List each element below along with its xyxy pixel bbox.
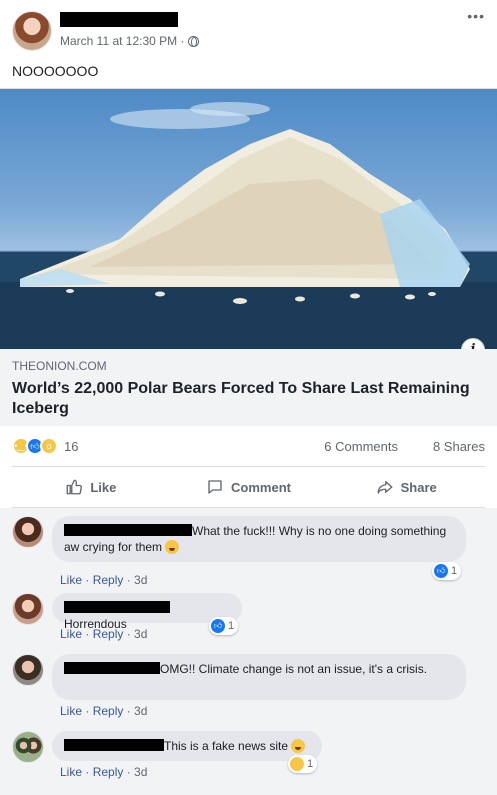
thumbs-up-icon [66, 479, 83, 495]
commenter-avatar[interactable] [12, 593, 44, 625]
like-label: Like [90, 479, 117, 495]
divider [12, 466, 485, 467]
comment-text: OMG!! Climate change is not an issue, it… [160, 662, 428, 676]
comment-text: This is a fake news site [164, 739, 289, 753]
comment-bubble: OMG!! Climate change is not an issue, it… [52, 654, 466, 700]
more-options-icon[interactable]: ••• [467, 8, 485, 24]
author-avatar[interactable] [12, 11, 52, 51]
link-preview-card[interactable]: i THEONION.COM World’s 22,000 Polar Bear… [0, 88, 497, 426]
reactions-bar: •‿• 👍︎ o 16 6 Comments 8 Shares [12, 437, 485, 457]
comment-item: Horrendous 👍︎ 1 Like · Reply · 3d [12, 593, 485, 643]
comment-item: What the fuck!!! Why is no one doing som… [12, 516, 485, 587]
haha-reaction-icon [290, 757, 304, 771]
post-meta: March 11 at 12:30 PM · [60, 34, 199, 48]
comment-age[interactable]: 3d [134, 704, 147, 718]
comment-reaction-badge[interactable]: 1 [288, 755, 318, 773]
comments-section: What the fuck!!! Why is no one doing som… [0, 508, 497, 795]
commenter-avatar[interactable] [12, 654, 44, 686]
share-button[interactable]: Share [327, 471, 485, 503]
comment-item: OMG!! Climate change is not an issue, it… [12, 654, 485, 720]
share-arrow-icon [377, 481, 393, 494]
comment-meta: Like · Reply · 3d [60, 573, 148, 587]
comment-reaction-badge[interactable]: 👍︎ 1 [209, 617, 239, 635]
commenter-avatar[interactable] [12, 731, 44, 763]
comment-meta: Like · Reply · 3d [60, 704, 148, 718]
like-reaction-icon: 👍︎ [434, 564, 448, 578]
comment-reply-link[interactable]: Reply [93, 704, 124, 718]
post-timestamp[interactable]: March 11 at 12:30 PM · [60, 34, 185, 48]
laughing-face-icon [291, 739, 306, 753]
comment-button[interactable]: Comment [170, 471, 328, 503]
reaction-count[interactable]: 16 [64, 439, 78, 454]
commenter-avatar[interactable] [12, 516, 44, 548]
crying-face-icon [165, 540, 180, 554]
post-actions: Like Comment Share [12, 471, 485, 503]
comment-reaction-badge[interactable]: 👍︎ 1 [432, 562, 462, 580]
comment-like-link[interactable]: Like [60, 765, 82, 779]
comment-bubble: What the fuck!!! Why is no one doing som… [52, 516, 466, 562]
share-label: Share [400, 479, 437, 495]
comment-age[interactable]: 3d [134, 627, 147, 641]
like-button[interactable]: Like [12, 471, 170, 503]
comment-icon [208, 480, 222, 494]
comment-meta: Like · Reply · 3d [60, 765, 148, 779]
comment-reply-link[interactable]: Reply [93, 765, 124, 779]
link-preview-body[interactable]: THEONION.COM World’s 22,000 Polar Bears … [0, 349, 497, 426]
comment-age[interactable]: 3d [134, 765, 147, 779]
comment-label: Comment [231, 479, 291, 495]
comment-reaction-count: 1 [451, 565, 458, 577]
wow-reaction-icon: o [40, 437, 58, 455]
comment-like-link[interactable]: Like [60, 704, 82, 718]
shares-count[interactable]: 8 Shares [433, 439, 485, 454]
post-text: NOOOOOOO [12, 63, 99, 79]
comment-item: This is a fake news site 1 Like · Reply … [12, 731, 485, 787]
link-title[interactable]: World’s 22,000 Polar Bears Forced To Sha… [12, 379, 485, 419]
reaction-icons[interactable]: •‿• 👍︎ o [12, 437, 58, 455]
comment-like-link[interactable]: Like [60, 573, 82, 587]
comment-reaction-count: 1 [307, 758, 314, 770]
author-name-redacted[interactable] [60, 12, 178, 27]
comment-like-link[interactable]: Like [60, 627, 82, 641]
like-reaction-icon: 👍︎ [211, 619, 225, 633]
commenter-name-redacted[interactable] [64, 601, 170, 613]
comment-meta: Like · Reply · 3d [60, 627, 148, 641]
commenter-name-redacted[interactable] [64, 739, 164, 751]
globe-icon [187, 35, 199, 47]
link-preview-image[interactable] [0, 89, 497, 349]
post-header: March 11 at 12:30 PM · ••• [0, 0, 497, 58]
link-domain: THEONION.COM [12, 359, 107, 373]
comment-reply-link[interactable]: Reply [93, 573, 124, 587]
commenter-name-redacted[interactable] [64, 662, 160, 674]
comments-count[interactable]: 6 Comments [324, 439, 398, 454]
commenter-name-redacted[interactable] [64, 524, 192, 536]
comment-age[interactable]: 3d [134, 573, 147, 587]
comment-reply-link[interactable]: Reply [93, 627, 124, 641]
comment-bubble: This is a fake news site [52, 731, 322, 761]
comment-reaction-count: 1 [228, 620, 235, 632]
